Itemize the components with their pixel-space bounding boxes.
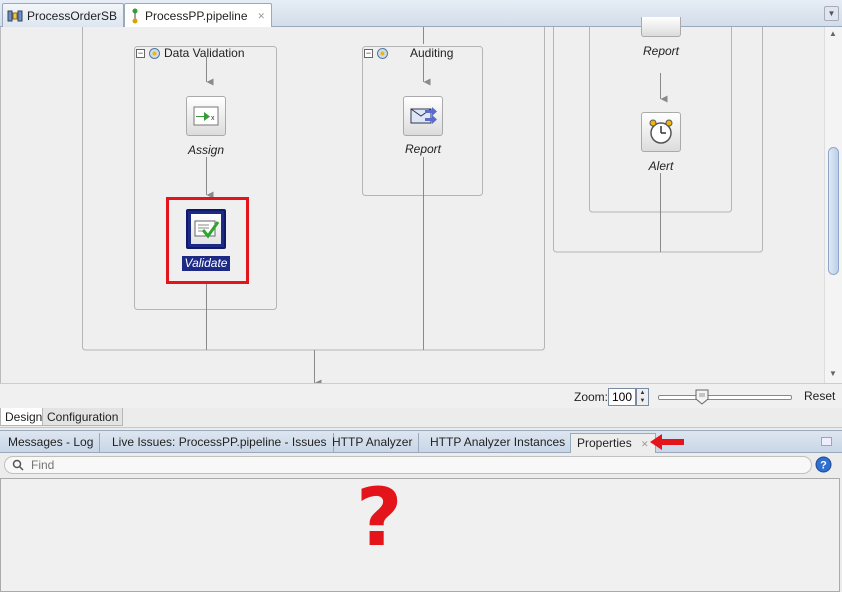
search-icon <box>12 459 24 471</box>
stage-title-label: Data Validation <box>164 46 245 60</box>
minimize-panel-icon[interactable] <box>821 437 832 446</box>
editor-tab-bar: ProcessOrderSB ProcessPP.pipeline ✕ ▼ <box>0 0 842 28</box>
canvas-vertical-scrollbar[interactable]: ▲ ▼ <box>824 27 842 383</box>
tab-label: ProcessOrderSB <box>27 8 118 23</box>
question-mark-annotation: ? <box>356 471 403 564</box>
stage-icon <box>149 47 160 59</box>
zoom-label: Zoom: <box>574 390 609 404</box>
assign-icon: x <box>193 106 219 126</box>
action-label-selected: Validate <box>182 256 230 271</box>
collapse-icon[interactable]: − <box>364 48 373 58</box>
view-tabs: Design Configuration <box>0 408 842 428</box>
scroll-thumb[interactable] <box>828 147 839 275</box>
action-node-report-top[interactable] <box>641 17 681 37</box>
scroll-down-icon[interactable]: ▼ <box>829 369 837 378</box>
zoom-slider[interactable] <box>658 395 792 400</box>
properties-panel: ? <box>0 471 840 592</box>
tab-design[interactable]: Design <box>0 408 48 426</box>
stage-title-label: Auditing <box>410 46 454 60</box>
pipeline-diagram <box>82 27 763 383</box>
stage-title-data-validation[interactable]: − Data Validation <box>136 46 245 60</box>
find-bar: ? <box>0 453 842 477</box>
service-bus-icon <box>7 10 23 21</box>
svg-text:?: ? <box>820 460 827 472</box>
pipeline-pair-container <box>82 27 545 351</box>
tab-list-dropdown[interactable]: ▼ <box>824 6 839 21</box>
tab-messages-log[interactable]: Messages - Log <box>2 433 101 454</box>
zoom-input[interactable] <box>608 388 636 406</box>
arrow-annotation-icon <box>650 434 684 450</box>
tab-process-order-sb[interactable]: ProcessOrderSB <box>2 3 125 27</box>
stage-icon <box>377 47 388 59</box>
pipeline-icon <box>132 8 138 24</box>
collapse-icon[interactable]: − <box>136 48 145 58</box>
help-icon[interactable]: ? <box>815 456 832 473</box>
svg-text:x: x <box>211 115 215 122</box>
action-label: Report <box>642 44 680 58</box>
zoom-slider-thumb[interactable] <box>695 389 709 405</box>
tab-label: Properties <box>577 436 632 450</box>
action-label: Alert <box>648 159 674 173</box>
scroll-up-icon[interactable]: ▲ <box>829 29 837 38</box>
action-node-assign[interactable]: x <box>186 96 226 136</box>
action-label: Report <box>404 142 442 156</box>
zoom-spinner[interactable]: ▲ ▼ <box>636 388 649 406</box>
reset-button[interactable]: Reset <box>804 389 835 403</box>
stage-title-auditing[interactable]: − Auditing <box>364 46 453 60</box>
close-icon[interactable]: ✕ <box>641 439 649 449</box>
find-input[interactable] <box>4 456 812 474</box>
tab-configuration[interactable]: Configuration <box>42 408 124 426</box>
tab-label: ProcessPP.pipeline <box>145 9 248 23</box>
report-icon <box>410 107 437 124</box>
validate-icon-bg <box>191 214 221 244</box>
validate-icon <box>194 220 220 239</box>
panel-tab-bar: Messages - Log Live Issues: ProcessPP.pi… <box>0 430 842 454</box>
tab-process-pp-pipeline[interactable]: ProcessPP.pipeline ✕ <box>124 3 273 28</box>
zoom-bar: Zoom: ▲▼ Reset <box>0 383 842 408</box>
tab-properties[interactable]: Properties ✕ <box>570 433 656 454</box>
alarm-clock-icon <box>649 119 673 144</box>
tab-live-issues[interactable]: Live Issues: ProcessPP.pipeline - Issues <box>106 433 334 454</box>
close-icon[interactable]: ✕ <box>258 11 266 22</box>
tab-http-analyzer[interactable]: HTTP Analyzer <box>326 433 420 454</box>
action-node-validate[interactable] <box>186 209 226 249</box>
action-node-alert[interactable] <box>641 112 681 152</box>
action-label: Assign <box>187 143 225 157</box>
tab-http-analyzer-instances[interactable]: HTTP Analyzer Instances <box>424 433 571 454</box>
action-node-report[interactable] <box>403 96 443 136</box>
